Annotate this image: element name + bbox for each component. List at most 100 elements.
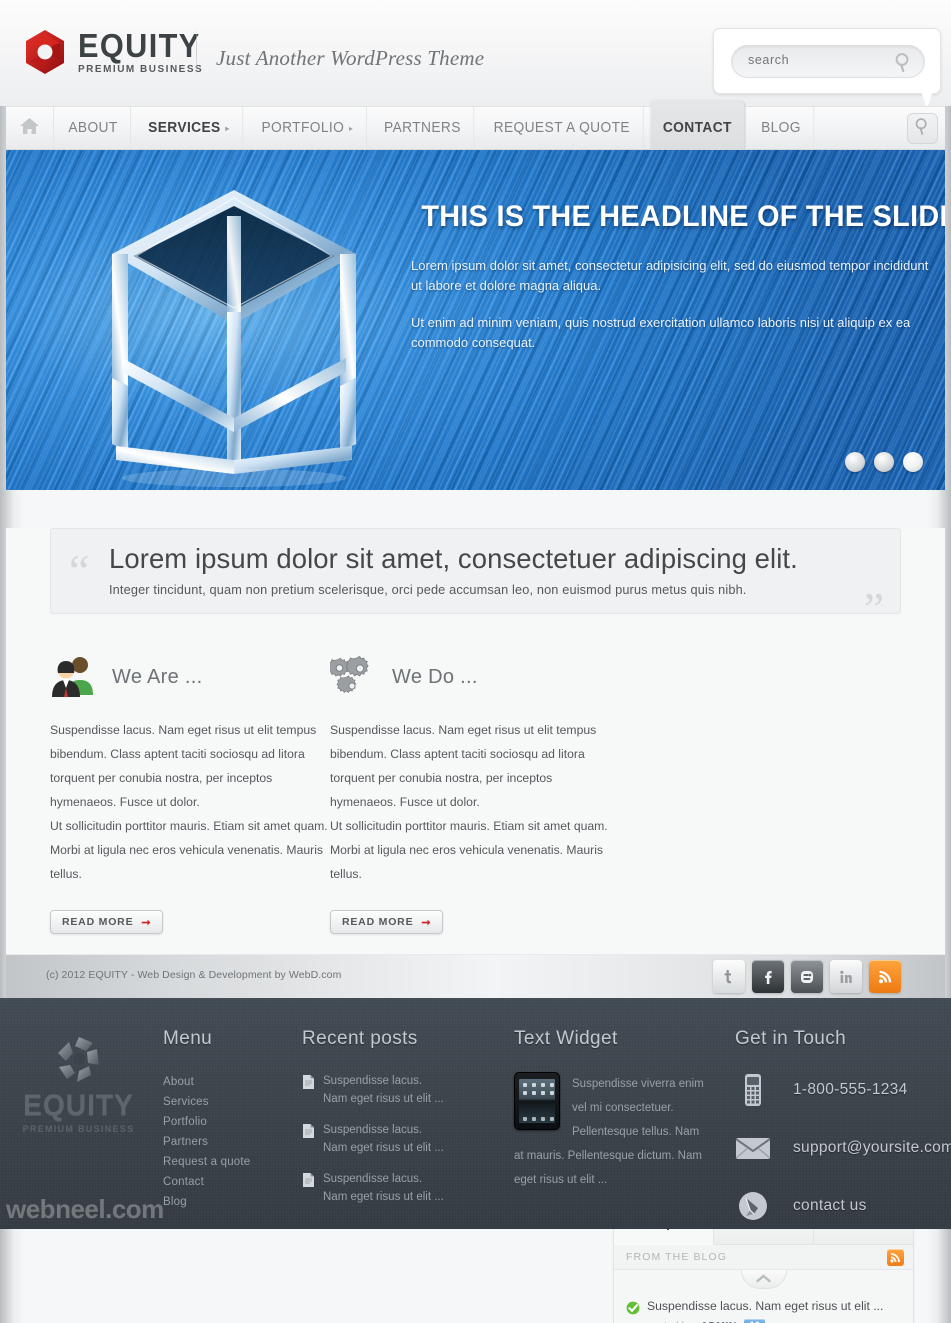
aperture-logo-icon (53, 1033, 105, 1085)
footer-column-title: Recent posts (302, 1028, 418, 1049)
watermark: webneel.com (6, 1194, 164, 1224)
document-icon (302, 1074, 315, 1090)
hero-slider[interactable]: THIS IS THE HEADLINE OF THE SLIDE. Lorem… (6, 150, 945, 490)
pen-circle-icon (735, 1188, 771, 1224)
contact-us-row[interactable]: contact us (735, 1188, 945, 1224)
footer-post-title: Suspendisse lacus. Nam eget risus ut eli… (323, 1075, 444, 1105)
footer-menu-list[interactable]: About Services Portfolio Partners Reques… (163, 1072, 288, 1212)
check-badge-icon (626, 1301, 640, 1315)
social-icons[interactable] (713, 960, 901, 993)
footer-menu-column: Menu About Services Portfolio Partners R… (163, 1028, 288, 1212)
logo-title: EQUITY (78, 26, 201, 64)
mobile-phone-icon (735, 1072, 771, 1108)
footer-column-title: Menu (163, 1028, 213, 1049)
footer-link-about[interactable]: About (163, 1072, 288, 1092)
nav-item-contact[interactable]: CONTACT (650, 101, 745, 149)
slider-paragraph-1: Lorem ipsum dolor sit amet, consectetur … (411, 258, 929, 293)
footer-post-title: Suspendisse lacus. Nam eget risus ut eli… (323, 1173, 444, 1203)
column-header: We Are ... (50, 652, 330, 702)
footer-recent-post[interactable]: Suspendisse lacus. Nam eget risus ut eli… (302, 1121, 467, 1157)
chevron-right-icon: ▸ (225, 123, 230, 133)
footer-column-title: Get in Touch (735, 1028, 847, 1049)
contact-us-value: contact us (793, 1197, 867, 1214)
footer-link-request-a-quote[interactable]: Request a quote (163, 1152, 288, 1172)
header-divider (196, 26, 197, 78)
column-title: We Are ... (112, 665, 203, 688)
contact-email-value: support@yoursite.com (793, 1139, 951, 1156)
nav-item-partners[interactable]: PARTNERS (372, 107, 475, 149)
nav-item-portfolio[interactable]: PORTFOLIO ▸ (249, 107, 367, 149)
footer-text-widget-body: Suspendisse viverra enim vel mi consecte… (514, 1072, 704, 1192)
quote-main-text: Lorem ipsum dolor sit amet, consectetuer… (109, 543, 798, 574)
quote-sub-text: Integer tincidunt, quam non pretium scel… (109, 582, 747, 597)
linkedin-icon[interactable] (830, 960, 862, 993)
widget-scroll-up[interactable] (740, 1270, 787, 1289)
nav-home-button[interactable] (6, 107, 54, 149)
footer-link-services[interactable]: Services (163, 1092, 288, 1112)
contact-email-row[interactable]: support@yoursite.com (735, 1130, 951, 1166)
nav-label: PARTNERS (384, 120, 462, 136)
site-tagline: Just Another WordPress Theme (216, 46, 485, 70)
widget-subheader: FROM THE BLOG (614, 1245, 913, 1270)
column-body: Suspendisse lacus. Nam eget risus ut eli… (50, 718, 330, 886)
footer-logo[interactable]: EQUITY PREMIUM BUSINESS (16, 1033, 141, 1134)
site-logo[interactable]: EQUITY PREMIUM BUSINESS (22, 28, 210, 76)
footer-logo-title: EQUITY (23, 1089, 134, 1122)
slider-cube-image (84, 160, 384, 490)
nav-label: SERVICES (148, 120, 221, 136)
nav-label: BLOG (761, 120, 802, 136)
contact-phone-row[interactable]: 1-800-555-1234 (735, 1072, 945, 1108)
read-more-button[interactable]: READ MORE ➞ (50, 910, 164, 934)
footer-link-portfolio[interactable]: Portfolio (163, 1112, 288, 1132)
column-header: We Do ... (327, 652, 610, 702)
post-author[interactable]: ADMIN (701, 1320, 737, 1323)
nav-label: REQUEST A QUOTE (493, 120, 630, 136)
footer-recent-post[interactable]: Suspendisse lacus. Nam eget risus ut eli… (302, 1072, 467, 1108)
contact-phone-value: 1-800-555-1234 (793, 1081, 908, 1098)
nav-item-blog[interactable]: BLOG (749, 107, 815, 149)
nav-item-services[interactable]: SERVICES ▸ (136, 107, 243, 149)
footer-recent-post[interactable]: Suspendisse lacus. Nam eget risus ut eli… (302, 1170, 467, 1206)
slider-pagination[interactable] (845, 452, 923, 472)
read-more-button[interactable]: READ MORE ➞ (330, 910, 444, 934)
footer-column-title: Text Widget (514, 1028, 618, 1049)
widget-post-item[interactable]: Suspendisse lacus. Nam eget risus ut eli… (626, 1289, 901, 1323)
blogger-icon[interactable] (791, 960, 823, 993)
footer-link-blog[interactable]: Blog (163, 1192, 288, 1212)
feature-columns: We Are ... Suspendisse lacus. Nam eget r… (50, 652, 901, 934)
logo-subtitle: PREMIUM BUSINESS (78, 62, 204, 75)
main-navigation[interactable]: ABOUT SERVICES ▸ PORTFOLIO ▸ PARTNERS RE… (6, 101, 945, 150)
facebook-icon[interactable] (752, 960, 784, 993)
column-paragraph-2: Ut sollicitudin porttitor mauris. Etiam … (330, 819, 608, 881)
slider-headline: THIS IS THE HEADLINE OF THE SLIDE. (421, 200, 945, 233)
arrow-right-icon: ➞ (141, 916, 152, 929)
chevron-right-icon: ▸ (348, 123, 353, 133)
rss-icon[interactable] (869, 960, 901, 993)
nav-item-request-a-quote[interactable]: REQUEST A QUOTE (481, 107, 644, 149)
arrow-right-icon: ➞ (421, 916, 432, 929)
slider-dot-2[interactable] (874, 452, 894, 472)
search-input[interactable] (748, 53, 888, 67)
comment-count-badge[interactable]: 10 (744, 1319, 766, 1323)
post-title: Suspendisse lacus. Nam eget risus ut eli… (647, 1299, 884, 1313)
column-title: We Do ... (392, 665, 478, 688)
twitter-icon[interactable] (713, 960, 745, 993)
rss-icon[interactable] (887, 1248, 904, 1266)
slider-dot-1[interactable] (845, 452, 865, 472)
search-icon (914, 117, 931, 140)
nav-search-button[interactable] (907, 113, 938, 144)
people-icon (50, 655, 96, 699)
nav-label: ABOUT (68, 120, 118, 136)
slider-dot-3[interactable] (903, 452, 923, 472)
column-paragraph-1: Suspendisse lacus. Nam eget risus ut eli… (50, 723, 317, 809)
column-paragraph-2: Ut sollicitudin porttitor mauris. Etiam … (50, 819, 328, 881)
slider-text-block: THIS IS THE HEADLINE OF THE SLIDE. Lorem… (411, 200, 945, 353)
footer-link-contact[interactable]: Contact (163, 1172, 288, 1192)
widget-subheader-label: FROM THE BLOG (626, 1251, 728, 1263)
footer-link-partners[interactable]: Partners (163, 1132, 288, 1152)
search-icon[interactable] (894, 52, 913, 72)
social-strip: (c) 2012 EQUITY - Web Design & Developme… (6, 954, 945, 998)
nav-item-about[interactable]: ABOUT (56, 107, 131, 149)
footer-text-widget-column: Text Widget Suspendisse viverra enim vel… (514, 1028, 704, 1192)
search-field-wrapper[interactable] (731, 45, 925, 78)
